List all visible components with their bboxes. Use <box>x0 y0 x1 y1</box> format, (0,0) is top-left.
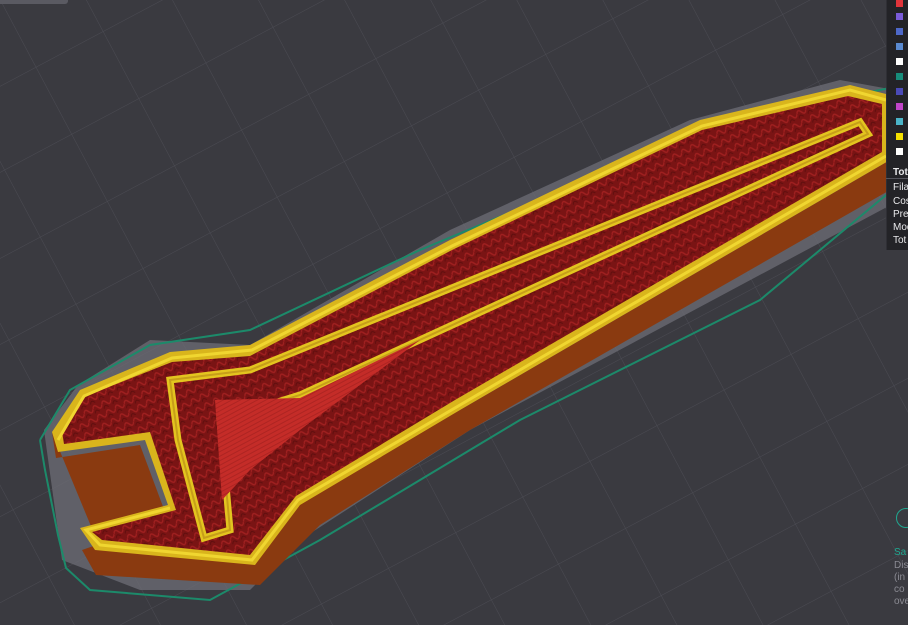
legend-row: Cos <box>893 196 908 207</box>
legend-swatch <box>896 103 903 110</box>
notification-line: co <box>894 584 905 595</box>
legend-swatch <box>896 133 903 140</box>
notification-line: Dis <box>894 560 908 571</box>
legend-swatch <box>896 13 903 20</box>
legend-header: Tot <box>893 167 908 178</box>
gcode-preview-viewport[interactable] <box>0 0 908 625</box>
legend-swatch <box>896 148 903 155</box>
legend-swatch <box>896 88 903 95</box>
legend-row: Fila <box>893 182 908 193</box>
legend-swatch <box>896 118 903 125</box>
toolbar-edge <box>0 0 68 4</box>
legend-swatch <box>896 73 903 80</box>
legend-row: Mod <box>893 222 908 233</box>
legend-row: Tot <box>893 235 907 246</box>
notification-title: Sa <box>894 547 907 558</box>
notification-line: (in <box>894 572 906 583</box>
notification-line: ove <box>894 596 908 607</box>
legend-swatch <box>896 28 903 35</box>
legend-swatch <box>896 43 903 50</box>
legend-swatch <box>896 0 903 7</box>
legend-row: Pre <box>893 209 908 220</box>
legend-swatch <box>896 58 903 65</box>
